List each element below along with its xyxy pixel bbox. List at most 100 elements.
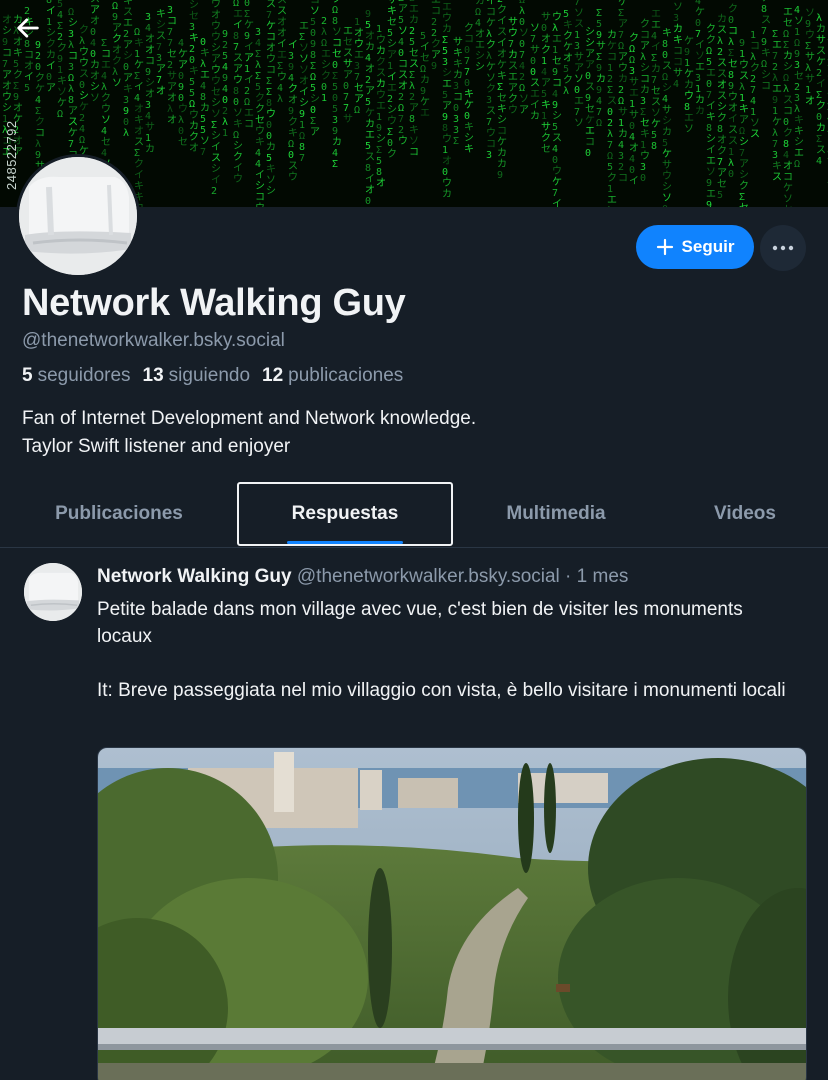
- matrix-glyph: ソ: [750, 118, 760, 129]
- matrix-glyph: サ: [629, 109, 639, 121]
- matrix-glyph: 0: [79, 80, 85, 91]
- matrix-glyph: ク: [706, 23, 716, 35]
- followers-link[interactable]: 5 seguidores: [22, 365, 131, 387]
- post-meta[interactable]: @thenetworkwalker.bsky.social · 1 mes: [297, 566, 629, 587]
- matrix-glyph: ク: [35, 116, 45, 128]
- matrix-glyph: キ: [255, 137, 265, 148]
- matrix-glyph: ウ: [211, 20, 221, 32]
- matrix-glyph: λ: [772, 73, 778, 84]
- matrix-glyph: キ: [57, 76, 67, 87]
- matrix-glyph: 3: [794, 93, 800, 104]
- matrix-glyph: Ω: [321, 38, 327, 49]
- matrix-glyph: オ: [167, 114, 177, 126]
- banner-id-text: 248522792: [4, 120, 19, 190]
- matrix-glyph: 0: [178, 93, 184, 104]
- matrix-glyph: ソ: [398, 26, 408, 37]
- matrix-glyph: 4: [288, 73, 294, 84]
- matrix-glyph: 5: [332, 82, 338, 93]
- matrix-glyph: Σ: [497, 82, 503, 93]
- matrix-glyph: ア: [156, 64, 166, 75]
- matrix-glyph: イ: [387, 72, 397, 83]
- tab-videos[interactable]: Videos: [662, 482, 828, 546]
- matrix-glyph: キ: [409, 125, 419, 136]
- matrix-glyph: セ: [178, 136, 188, 148]
- matrix-glyph: 0: [530, 67, 536, 78]
- matrix-glyph: シ: [2, 26, 12, 37]
- following-link[interactable]: 13 siguiendo: [143, 365, 250, 387]
- bio-line: Taylor Swift listener and enjoyer: [22, 436, 291, 457]
- matrix-glyph: ウ: [442, 177, 452, 189]
- matrix-glyph: 9: [420, 86, 426, 97]
- matrix-glyph: 2: [772, 62, 778, 73]
- matrix-glyph: ケ: [266, 20, 276, 32]
- matrix-glyph: エ: [651, 20, 661, 31]
- matrix-glyph: コ: [409, 147, 419, 158]
- followers-count: 5: [22, 365, 33, 386]
- matrix-glyph: Σ: [134, 71, 140, 82]
- matrix-glyph: ケ: [68, 127, 78, 139]
- matrix-glyph: イ: [134, 82, 144, 93]
- matrix-glyph: 2: [398, 92, 404, 103]
- matrix-glyph: ウ: [211, 75, 221, 87]
- matrix-glyph: ア: [2, 70, 12, 81]
- matrix-glyph: シ: [255, 181, 265, 192]
- matrix-glyph: λ: [222, 117, 228, 128]
- matrix-glyph: ケ: [79, 101, 89, 113]
- matrix-glyph: カ: [376, 78, 386, 90]
- matrix-glyph: エ: [772, 40, 782, 51]
- post-author-name[interactable]: Network Walking Guy: [97, 566, 292, 587]
- matrix-glyph: ク: [134, 158, 144, 170]
- posts-count-item: 12 publicaciones: [262, 365, 403, 387]
- matrix-glyph: キ: [134, 181, 144, 192]
- follow-button[interactable]: Seguir: [636, 225, 754, 269]
- matrix-glyph: Ω: [189, 99, 195, 110]
- tab-multimedia[interactable]: Multimedia: [456, 482, 656, 546]
- post-header: Network Walking Guy @thenetworkwalker.bs…: [97, 566, 628, 588]
- matrix-glyph: 4: [145, 23, 151, 34]
- more-options-button[interactable]: [760, 225, 806, 271]
- matrix-glyph: 0: [266, 120, 272, 131]
- matrix-glyph: ケ: [486, 17, 496, 29]
- tab-respuestas[interactable]: Respuestas: [237, 482, 453, 546]
- matrix-glyph: ソ: [695, 51, 705, 62]
- matrix-glyph: エ: [706, 189, 716, 200]
- matrix-glyph: カ: [783, 50, 793, 62]
- matrix-glyph: コ: [486, 7, 496, 18]
- matrix-glyph: オ: [2, 14, 12, 26]
- matrix-glyph: 5: [651, 130, 657, 141]
- matrix-glyph: ス: [211, 153, 221, 164]
- matrix-glyph: 1: [222, 128, 228, 139]
- matrix-glyph: 5: [13, 59, 19, 70]
- matrix-glyph: 7: [530, 34, 536, 45]
- matrix-glyph: Ω: [706, 46, 712, 57]
- matrix-glyph: エ: [299, 21, 309, 32]
- matrix-glyph: オ: [134, 103, 144, 115]
- matrix-glyph: ウ: [618, 62, 628, 74]
- matrix-glyph: Ω: [244, 97, 250, 108]
- profile-avatar[interactable]: [16, 154, 140, 278]
- matrix-glyph: ケ: [772, 116, 782, 128]
- matrix-glyph: シ: [145, 78, 155, 89]
- matrix-glyph: 1: [739, 93, 745, 104]
- following-label: siguiendo: [168, 365, 251, 386]
- active-tab-indicator: [287, 541, 403, 544]
- matrix-glyph: 1: [376, 112, 382, 123]
- matrix-glyph: 5: [409, 37, 415, 48]
- matrix-glyph: 3: [189, 22, 195, 33]
- tab-publicaciones[interactable]: Publicaciones: [14, 482, 224, 546]
- post-author-avatar[interactable]: [24, 563, 82, 621]
- matrix-glyph: ク: [387, 148, 397, 160]
- matrix-glyph: ケ: [563, 41, 573, 53]
- matrix-glyph: 3: [68, 62, 74, 73]
- back-button[interactable]: [14, 14, 54, 54]
- post-image[interactable]: [97, 747, 807, 1080]
- matrix-glyph: ス: [277, 6, 287, 17]
- matrix-glyph: ア: [585, 60, 595, 71]
- matrix-glyph: 7: [156, 75, 162, 86]
- matrix-glyph: ス: [486, 106, 496, 117]
- matrix-glyph: Ω: [783, 29, 789, 40]
- matrix-glyph: 0: [189, 55, 195, 66]
- matrix-glyph: 1: [695, 84, 701, 95]
- matrix-glyph: 3: [772, 150, 778, 161]
- matrix-glyph: キ: [673, 35, 683, 46]
